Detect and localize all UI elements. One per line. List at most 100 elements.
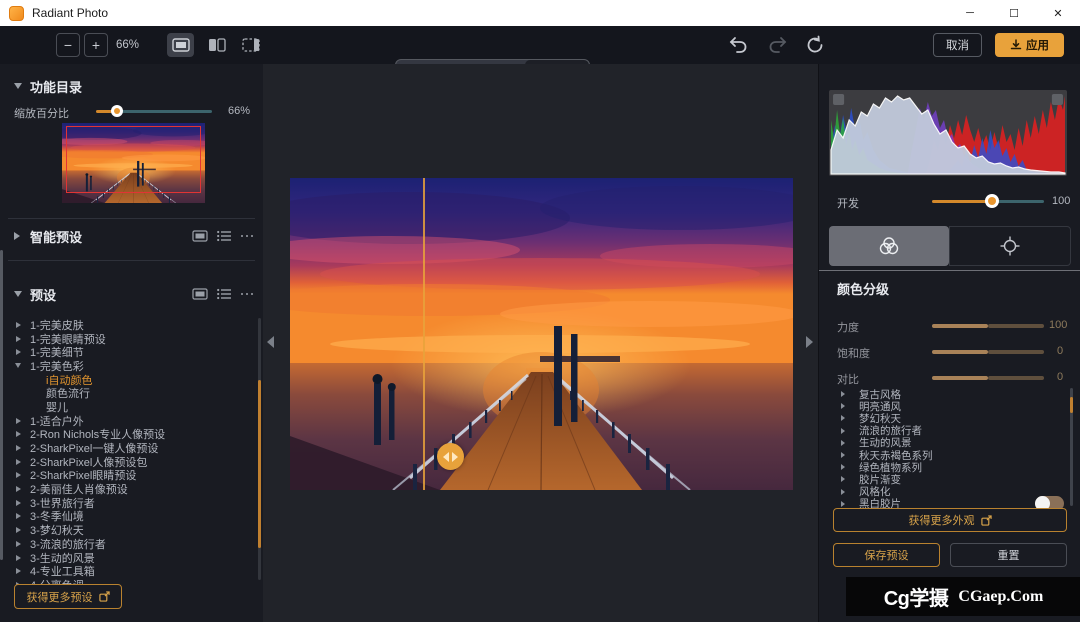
get-more-looks-button[interactable]: 获得更多外观 — [833, 508, 1067, 532]
color-grading-title: 颜色分级 — [837, 279, 889, 298]
more-options-icon[interactable] — [241, 293, 254, 296]
minimize-button[interactable]: ─ — [948, 0, 992, 26]
collapse-right-panel-arrow[interactable] — [806, 336, 813, 348]
look-item[interactable]: 风格化 — [819, 486, 1069, 498]
maximize-button[interactable]: ☐ — [992, 0, 1036, 26]
save-preset-button[interactable]: 保存预设 — [833, 543, 940, 567]
grading-mode-tabs — [829, 226, 1071, 266]
photo-preview[interactable] — [290, 178, 793, 490]
reset-label: 重置 — [998, 547, 1020, 563]
zoom-in-button[interactable]: + — [84, 33, 108, 57]
undo-icon[interactable] — [728, 35, 750, 55]
preset-tree: 1-完美皮肤 1-完美眼睛预设 1-完美细节 1-完美色彩 i自动颜色 颜色流行… — [0, 318, 256, 592]
strength-slider-value: 100 — [1049, 319, 1067, 331]
main-toolbar: − + 66% 快速编辑 细节编辑 颜色分级 取消 应用 — [0, 26, 1080, 64]
presets-header[interactable]: 预设 — [0, 285, 263, 303]
look-item[interactable]: 流浪的旅行者 — [819, 425, 1069, 437]
redo-icon[interactable] — [768, 35, 790, 55]
export-icon — [1010, 39, 1022, 51]
get-more-presets-button[interactable]: 获得更多预设 — [14, 584, 122, 609]
highlight-clipping-indicator[interactable] — [1052, 94, 1063, 105]
chevron-down-icon — [14, 83, 22, 89]
looks-scrollbar-thumb[interactable] — [1070, 397, 1073, 413]
zoom-level-value: 66% — [116, 39, 139, 51]
window-title: Radiant Photo — [32, 6, 108, 20]
grid-view-icon[interactable] — [192, 288, 208, 300]
chevron-right-icon — [14, 232, 20, 240]
look-item[interactable]: 绿色植物系列 — [819, 461, 1069, 473]
collapse-left-panel-arrow[interactable] — [267, 336, 274, 348]
left-panel: 功能目录 缩放百分比 66% 智能预设 预设 — [0, 64, 263, 622]
look-item[interactable]: 梦幻秋天 — [819, 412, 1069, 424]
look-item[interactable]: 秋天赤褐色系列 — [819, 449, 1069, 461]
arrow-left-icon — [443, 452, 449, 462]
get-more-presets-label: 获得更多预设 — [27, 589, 93, 605]
look-item[interactable]: 胶片渐变 — [819, 473, 1069, 485]
app-window: Radiant Photo ─ ☐ ✕ − + 66% 快速编辑 细节编辑 颜色… — [0, 0, 1080, 622]
preset-item-expanded[interactable]: 1-完美色彩 — [0, 359, 256, 373]
reset-icon[interactable] — [805, 35, 827, 55]
navigator-thumbnail[interactable] — [62, 123, 205, 203]
apply-button[interactable]: 应用 — [995, 33, 1064, 57]
look-item[interactable]: 生动的风景 — [819, 437, 1069, 449]
divider — [8, 260, 255, 261]
strength-slider-label: 力度 — [837, 319, 859, 335]
zoom-out-button[interactable]: − — [56, 33, 80, 57]
shadow-clipping-indicator[interactable] — [833, 94, 844, 105]
app-logo-icon — [9, 6, 24, 21]
close-button[interactable]: ✕ — [1036, 0, 1080, 26]
save-preset-label: 保存预设 — [865, 547, 909, 563]
develop-slider-value: 100 — [1052, 195, 1070, 207]
function-section-header[interactable]: 功能目录 — [0, 77, 263, 95]
zoom-percent-value: 66% — [228, 105, 250, 117]
zoom-percent-label: 缩放百分比 — [14, 105, 69, 121]
look-item[interactable]: 明亮通风 — [819, 400, 1069, 412]
split-view-icon[interactable] — [203, 33, 230, 57]
right-panel: 开发 100 颜色分级 力度 — [818, 64, 1080, 622]
viewport-rectangle[interactable] — [66, 126, 201, 193]
watermark-logo: Cg学摄 — [884, 582, 949, 611]
function-section-title: 功能目录 — [30, 77, 82, 96]
title-bar: Radiant Photo ─ ☐ ✕ — [0, 0, 1080, 26]
divider — [8, 218, 255, 219]
get-more-looks-label: 获得更多外观 — [909, 512, 975, 528]
reset-button[interactable]: 重置 — [950, 543, 1067, 567]
list-view-icon[interactable] — [217, 288, 232, 300]
external-link-icon — [981, 515, 992, 526]
color-grading-header: 颜色分级 — [819, 279, 1080, 297]
image-canvas[interactable] — [263, 64, 818, 622]
looks-list: 复古风格 明亮通风 梦幻秋天 流浪的旅行者 生动的风景 秋天赤褐色系列 绿色植物… — [819, 388, 1069, 510]
look-item[interactable]: 复古风格 — [819, 388, 1069, 400]
arrow-right-icon — [452, 452, 458, 462]
single-view-icon[interactable] — [167, 33, 194, 57]
crosshair-icon — [999, 235, 1021, 257]
color-wheels-icon — [877, 235, 901, 257]
smart-presets-title: 智能预设 — [30, 227, 82, 246]
preset-item[interactable]: 颜色流行 — [0, 386, 256, 400]
watermark: Cg学摄 CGaep.Com — [846, 577, 1080, 616]
chevron-down-icon — [14, 291, 22, 297]
saturation-slider-value: 0 — [1057, 345, 1063, 357]
compare-view-icon[interactable] — [237, 33, 264, 57]
color-wheels-tab[interactable] — [829, 226, 949, 266]
grid-view-icon[interactable] — [192, 230, 208, 242]
panel-scrollbar-thumb[interactable] — [0, 250, 3, 560]
external-link-icon — [99, 591, 110, 602]
before-after-slider-handle[interactable] — [437, 443, 464, 470]
contrast-slider-label: 对比 — [837, 371, 859, 387]
before-after-divider-line[interactable] — [423, 178, 425, 490]
preset-scrollbar-thumb[interactable] — [258, 380, 261, 548]
apply-label: 应用 — [1026, 37, 1049, 53]
contrast-slider-value: 0 — [1057, 371, 1063, 383]
cancel-button[interactable]: 取消 — [933, 33, 982, 57]
develop-slider-label: 开发 — [837, 195, 859, 211]
preset-item-selected[interactable]: i自动颜色 — [0, 373, 256, 387]
targeted-adjust-tab[interactable] — [949, 226, 1071, 266]
presets-title: 预设 — [30, 285, 56, 304]
saturation-slider-label: 饱和度 — [837, 345, 870, 361]
list-view-icon[interactable] — [217, 230, 232, 242]
divider — [819, 270, 1080, 271]
histogram — [829, 90, 1067, 176]
more-options-icon[interactable] — [241, 235, 254, 238]
smart-presets-header[interactable]: 智能预设 — [0, 227, 263, 245]
